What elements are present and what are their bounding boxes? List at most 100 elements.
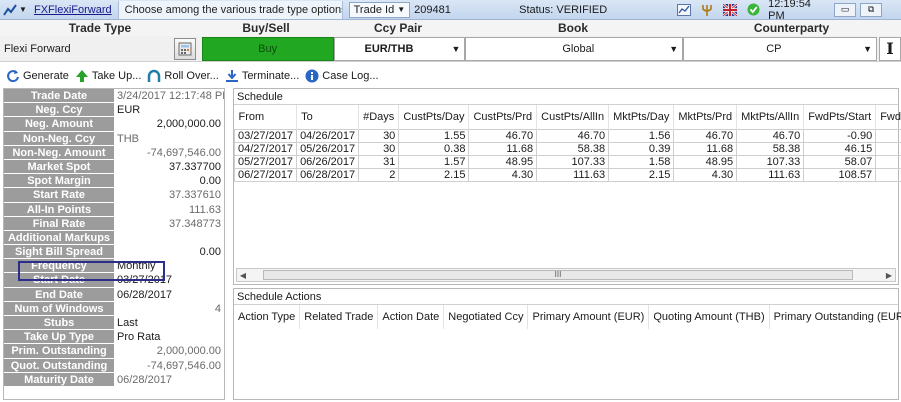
table-cell: 30 (358, 141, 400, 156)
schedule-column-header[interactable]: From (234, 105, 298, 129)
table-row[interactable]: 03/27/2017 04/26/2017 30 1.55 46.70 46.70 1.56… (233, 128, 901, 143)
table-cell: -0.90 (803, 128, 877, 143)
property-value[interactable]: 37.337700 (114, 160, 224, 173)
scroll-left-icon[interactable]: ◀ (237, 271, 249, 280)
property-value[interactable]: 4 (114, 302, 224, 315)
property-value[interactable]: THB (114, 132, 224, 145)
trade-id-dropdown[interactable]: Trade Id ▼ (348, 1, 411, 18)
check-icon (747, 3, 760, 16)
line-chart-icon[interactable] (677, 3, 692, 16)
property-value[interactable]: 06/28/2017 (114, 288, 224, 301)
property-row: Spot Margin 0.00 (4, 174, 224, 189)
ccy-pair-header: Ccy Pair (373, 21, 423, 35)
property-value[interactable]: -74,697,546.00 (114, 359, 224, 372)
table-row[interactable]: 05/27/2017 06/26/2017 31 1.57 48.95 107.33 1.5… (233, 154, 901, 169)
table-cell: 46.70 (673, 128, 738, 143)
property-label: Stubs (4, 316, 114, 330)
property-value[interactable]: 0.00 (114, 174, 224, 187)
scroll-thumb[interactable]: III (263, 270, 853, 280)
pitchfork-icon[interactable] (701, 4, 713, 16)
refresh-icon (7, 70, 19, 83)
uk-flag-icon[interactable] (723, 3, 738, 16)
table-cell: 111.63 (536, 167, 610, 182)
case-log-button[interactable]: Case Log... (305, 69, 379, 83)
property-value[interactable] (114, 231, 224, 244)
actions-column-header[interactable]: Primary Outstanding (EUR) (769, 305, 901, 329)
trade-type-field[interactable]: Flexi Forward (0, 37, 170, 61)
take-up-label: Take Up... (91, 70, 142, 82)
ccy-pair-value: EUR/THB (364, 42, 414, 55)
download-icon (225, 70, 238, 82)
app-menu-button[interactable]: ▼ (2, 1, 28, 19)
schedule-column-header[interactable]: FwdP (875, 105, 901, 129)
actions-column-header[interactable]: Action Date (377, 305, 445, 329)
table-row[interactable]: 04/27/2017 05/26/2017 30 0.38 11.68 58.38 0.39… (233, 141, 901, 156)
property-row: Neg. Amount 2,000,000.00 (4, 117, 224, 132)
property-row: Frequency Monthly (4, 259, 224, 274)
generate-label: Generate (23, 70, 69, 82)
minimize-button[interactable]: ▭ (834, 2, 857, 17)
maximize-button[interactable]: ⧉ (860, 2, 883, 17)
book-dropdown[interactable]: Global ▼ (465, 36, 684, 61)
property-value[interactable]: Monthly (114, 259, 224, 272)
property-value[interactable]: 37.348773 (114, 217, 224, 230)
schedule-column-header[interactable]: MktPts/Day (608, 105, 675, 129)
trade-type-link[interactable]: FXFlexiForward (34, 4, 112, 16)
property-label: Market Spot (4, 159, 114, 174)
schedule-column-header[interactable]: CustPts/Day (398, 105, 470, 129)
trade-properties-grid: Trade Date 3/24/2017 12:17:48 PM Neg. Ccy E… (3, 88, 225, 400)
property-value[interactable]: 2,000,000.00 (114, 117, 224, 130)
table-cell: 46.70 (736, 128, 805, 143)
schedule-table: From To #Days CustPts/Day CustPts/Prd CustPts… (233, 105, 901, 182)
buy-sell-button[interactable]: Buy (201, 36, 334, 61)
property-label: Quot. Outstanding (4, 358, 114, 372)
schedule-title: Schedule (234, 89, 898, 105)
property-value[interactable]: 06/28/2017 (114, 373, 224, 386)
actions-column-header[interactable]: Action Type (234, 305, 301, 329)
terminate-button[interactable]: Terminate... (225, 69, 299, 83)
scroll-right-icon[interactable]: ▶ (883, 271, 895, 280)
property-value[interactable]: 3/24/2017 12:17:48 PM (114, 89, 224, 102)
property-label: Spot Margin (4, 174, 114, 188)
take-up-button[interactable]: Take Up... (75, 69, 142, 83)
actions-column-header[interactable]: Primary Amount (EUR) (527, 305, 650, 329)
property-value[interactable]: EUR (114, 103, 224, 116)
schedule-column-header[interactable]: FwdPts/Start (803, 105, 877, 129)
schedule-horizontal-scrollbar[interactable]: ◀ III ▶ (236, 268, 896, 282)
property-value[interactable]: 111.63 (114, 203, 224, 216)
schedule-column-header[interactable]: MktPts/AllIn (736, 105, 805, 129)
chevron-down-icon: ▼ (451, 43, 461, 54)
buy-sell-value: Buy (258, 42, 278, 55)
property-value[interactable]: 0.00 (114, 245, 224, 258)
roll-over-icon (148, 69, 161, 82)
table-cell: 46.70 (536, 128, 610, 143)
actions-column-header[interactable]: Negotiated Ccy (443, 305, 529, 329)
cursor-tool-button[interactable]: I (879, 36, 901, 61)
schedule-column-header[interactable]: MktPts/Prd (673, 105, 738, 129)
generate-button[interactable]: Generate (6, 69, 69, 83)
table-cell: 58.38 (536, 141, 610, 156)
counterparty-dropdown[interactable]: CP ▼ (683, 36, 878, 61)
table-cell: 2.15 (608, 167, 675, 182)
schedule-column-header[interactable]: To (296, 105, 360, 129)
roll-over-button[interactable]: Roll Over... (147, 69, 219, 83)
property-value[interactable]: Pro Rata (114, 330, 224, 343)
table-row[interactable]: 06/27/2017 06/28/2017 2 2.15 4.30 111.63 2.15 4… (233, 167, 901, 182)
ccy-pair-dropdown[interactable]: EUR/THB ▼ (333, 36, 466, 61)
schedule-column-header[interactable]: CustPts/AllIn (536, 105, 610, 129)
property-value[interactable]: -74,697,546.00 (114, 146, 224, 159)
schedule-panel: Schedule From To #Days CustPts/Day CustPts/P… (233, 88, 901, 285)
property-value[interactable]: 37.337610 (114, 188, 224, 201)
property-row: Market Spot 37.337700 (4, 159, 224, 175)
property-value[interactable]: Last (114, 316, 224, 329)
calculator-button[interactable] (173, 37, 196, 60)
table-cell: 1.57 (398, 154, 470, 169)
property-value[interactable]: 03/27/2017 (114, 273, 224, 286)
actions-column-header[interactable]: Quoting Amount (THB) (648, 305, 770, 329)
property-value[interactable]: 2,000,000.00 (114, 344, 224, 357)
property-label: Neg. Amount (4, 117, 114, 131)
schedule-column-header[interactable]: #Days (358, 105, 400, 129)
actions-column-header[interactable]: Related Trade (299, 305, 379, 329)
table-cell: 11.68 (673, 141, 738, 156)
schedule-column-header[interactable]: CustPts/Prd (468, 105, 538, 129)
